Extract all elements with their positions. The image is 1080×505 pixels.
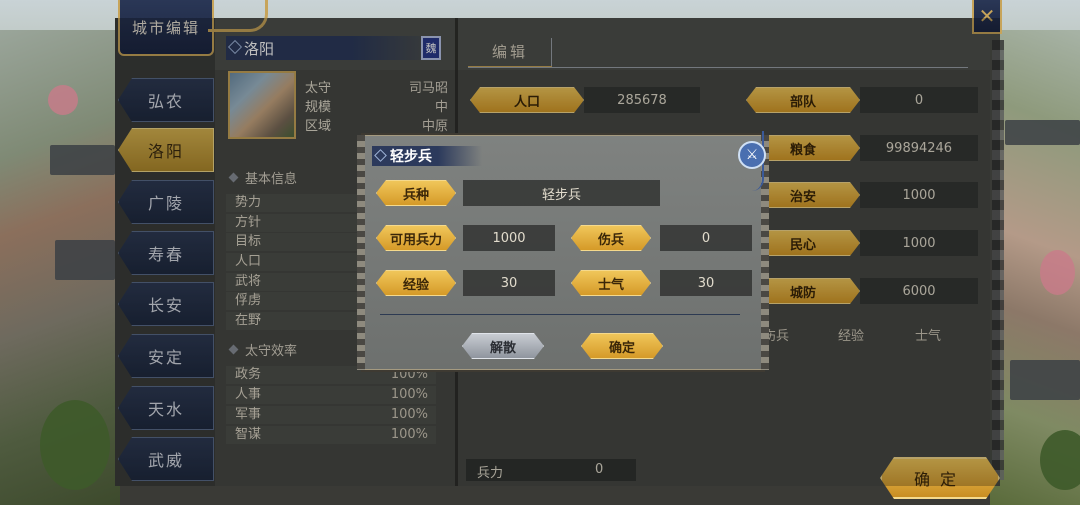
experience-label: 经验 (376, 270, 456, 296)
experience-input[interactable]: 30 (463, 270, 555, 296)
roof (1005, 120, 1080, 145)
dialog-title-text: 轻步兵 (390, 149, 432, 165)
available-troops-input[interactable]: 1000 (463, 225, 555, 251)
dialog-confirm-button[interactable]: 确定 (581, 333, 663, 359)
roof (50, 145, 115, 175)
blossom-tree (1040, 250, 1075, 295)
wounded-label: 伤兵 (571, 225, 651, 251)
morale-label: 士气 (571, 270, 651, 296)
dialog-title: 轻步兵 (372, 146, 482, 166)
blossom-tree (48, 85, 78, 115)
disband-button[interactable]: 解散 (462, 333, 544, 359)
diamond-icon (374, 149, 387, 162)
crossed-swords-icon: ⚔ (738, 141, 766, 169)
unit-type-label: 兵种 (376, 180, 456, 206)
tree (40, 400, 110, 490)
unit-dialog (357, 133, 769, 372)
wounded-input[interactable]: 0 (660, 225, 752, 251)
unit-type-value[interactable]: 轻步兵 (463, 180, 660, 206)
roof (1010, 360, 1080, 400)
roof (55, 240, 115, 280)
available-troops-label: 可用兵力 (376, 225, 456, 251)
dialog-divider (380, 314, 740, 315)
morale-input[interactable]: 30 (660, 270, 752, 296)
